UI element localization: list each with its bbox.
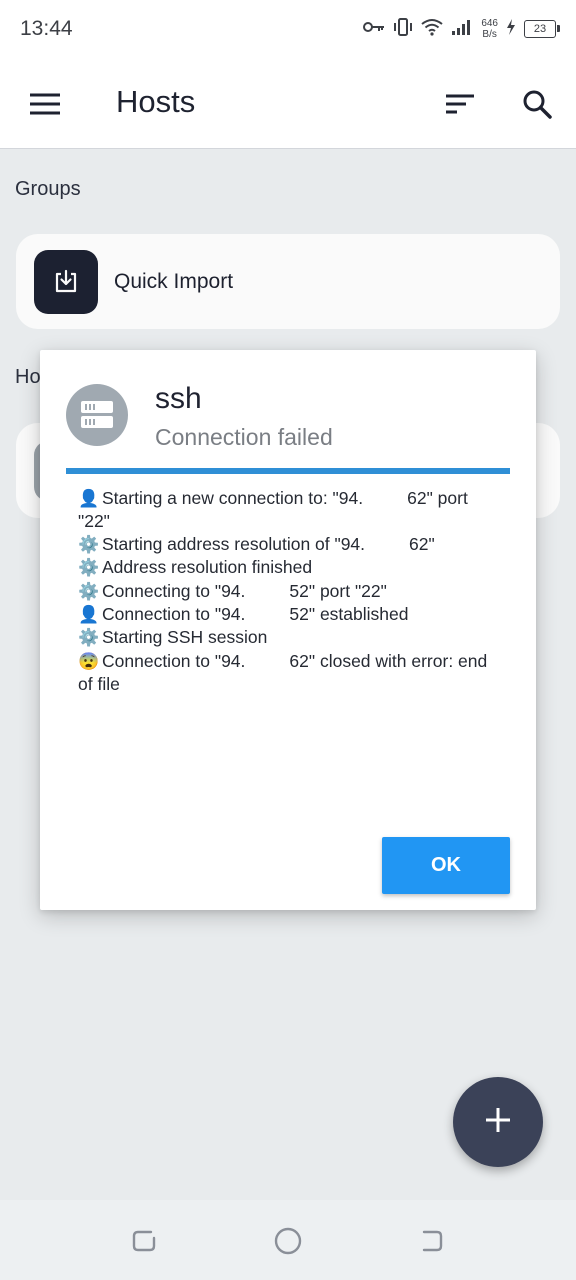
fearful-face-icon: 😨 (78, 651, 100, 671)
vpn-key-icon (363, 20, 385, 39)
battery-icon: 23 (524, 20, 560, 38)
system-nav-bar (0, 1200, 576, 1280)
gear-icon: ⚙️ (78, 628, 100, 648)
sort-icon[interactable] (443, 87, 477, 121)
log-line: ⚙️ Connecting to "94. 52" port "22" (78, 580, 502, 603)
back-icon[interactable] (417, 1226, 447, 1256)
dialog-subtitle: Connection failed (155, 424, 333, 450)
gear-icon: ⚙️ (78, 558, 100, 578)
status-bar: 13:44 646 B/s 23 (0, 0, 576, 58)
connection-dialog: ssh Connection failed 👤 Starting a new co… (40, 350, 536, 910)
app-bar: Hosts (0, 58, 576, 149)
log-line: 😨 Connection to "94. 62" closed with error… (78, 650, 488, 695)
signal-icon (451, 18, 473, 41)
net-speed-value: 646 (481, 18, 498, 29)
ok-button[interactable]: OK (382, 837, 510, 894)
search-icon[interactable] (520, 87, 554, 121)
connection-log: 👤 Starting a new connection to: "94. 62" p… (78, 487, 502, 696)
log-line: ⚙️ Starting SSH session (78, 626, 502, 649)
user-icon: 👤 (78, 489, 100, 508)
home-icon[interactable] (273, 1226, 303, 1256)
gear-icon: ⚙️ (78, 534, 100, 554)
net-speed: 646 B/s (481, 18, 498, 40)
status-time: 13:44 (20, 17, 73, 40)
log-line: 👤 Connection to "94. 52" established (78, 603, 502, 626)
log-line: ⚙️ Starting address resolution of "94. 62" (78, 533, 502, 556)
redacted-ip (245, 608, 290, 623)
user-icon: 👤 (78, 605, 100, 625)
log-line: 👤 Starting a new connection to: "94. 62" p… (78, 488, 468, 532)
recents-icon[interactable] (129, 1226, 159, 1256)
vibrate-icon (393, 17, 413, 42)
redacted-ip (245, 585, 290, 599)
redacted-ip (365, 538, 410, 553)
log-line: ⚙️ Address resolution finished (78, 556, 502, 579)
plus-icon (485, 1107, 511, 1138)
redacted-ip (245, 655, 290, 670)
redacted-ip (363, 492, 408, 507)
page-title: Hosts (116, 84, 196, 119)
server-icon (66, 384, 128, 446)
connection-progress-bar (66, 468, 510, 474)
wifi-icon (421, 18, 443, 41)
charging-icon (506, 18, 516, 40)
add-host-button[interactable] (453, 1077, 543, 1167)
net-speed-unit: B/s (482, 29, 497, 40)
menu-icon[interactable] (28, 87, 62, 121)
dialog-title: ssh (155, 382, 202, 415)
status-icons: 646 B/s 23 (363, 16, 560, 42)
gear-icon: ⚙️ (78, 581, 100, 601)
